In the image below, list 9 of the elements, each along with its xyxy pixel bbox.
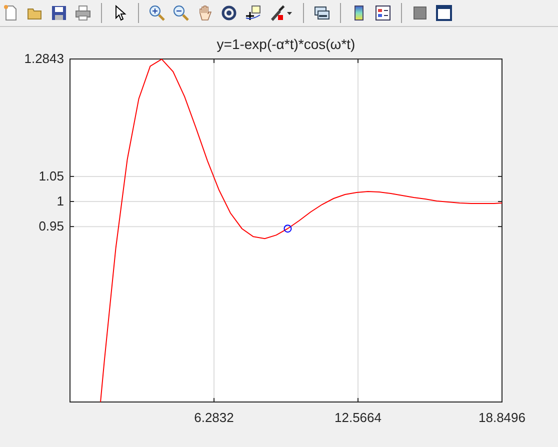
tick-label: 1.2843 bbox=[24, 51, 64, 66]
tick-label: 6.2832 bbox=[194, 410, 234, 425]
tick-label: 0.95 bbox=[38, 218, 64, 234]
tick-label: 1 bbox=[56, 194, 64, 208]
chart-title: y=1-exp(-α*t)*cos(ω*t) bbox=[216, 36, 356, 52]
tick-label: 12.5664 bbox=[334, 410, 382, 425]
tick-label: 1.05 bbox=[38, 168, 64, 184]
window-icon[interactable] bbox=[433, 2, 455, 24]
tick-label: 18.8496 bbox=[478, 410, 526, 425]
